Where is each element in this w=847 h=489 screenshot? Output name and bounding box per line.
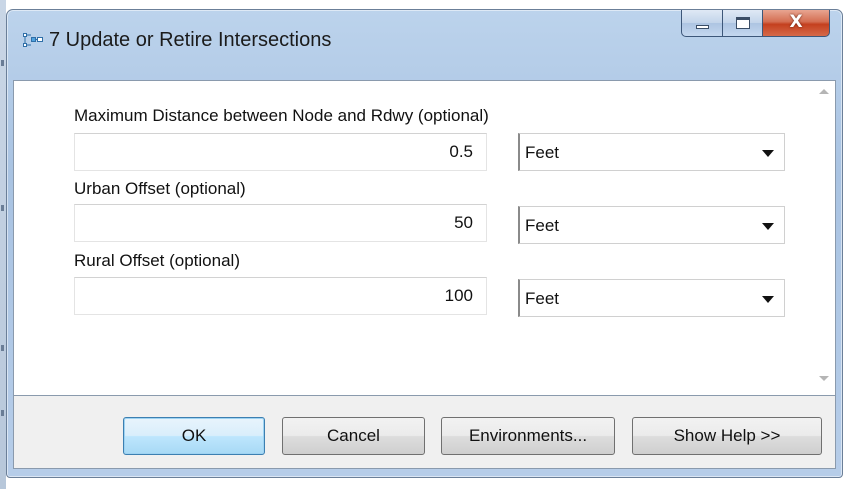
maximize-icon [736, 17, 750, 29]
button-bar: OK Cancel Environments... Show Help >> [13, 396, 836, 469]
urban-offset-label: Urban Offset (optional) [74, 179, 246, 198]
rural-offset-label: Rural Offset (optional) [74, 251, 240, 270]
scroll-up-arrow-icon[interactable] [819, 89, 829, 94]
minimize-button[interactable] [681, 10, 723, 37]
show-help-button[interactable]: Show Help >> [632, 417, 822, 455]
title-bar[interactable]: 7 Update or Retire Intersections X [7, 10, 842, 70]
scroll-down-arrow-icon[interactable] [819, 376, 829, 381]
ok-button[interactable]: OK [123, 417, 265, 455]
chevron-down-icon [762, 223, 774, 230]
urban-offset-unit-select[interactable]: Feet [518, 206, 785, 244]
toolbox-tool-icon [23, 33, 43, 47]
maximize-button[interactable] [723, 10, 763, 37]
max-distance-label: Maximum Distance between Node and Rdwy (… [74, 106, 489, 125]
parameters-panel: Maximum Distance between Node and Rdwy (… [13, 80, 836, 396]
close-button[interactable]: X [763, 10, 830, 37]
rural-offset-input[interactable]: 100 [74, 277, 487, 315]
max-distance-unit-select[interactable]: Feet [518, 133, 785, 171]
environments-button[interactable]: Environments... [441, 417, 615, 455]
close-icon: X [789, 12, 803, 32]
chevron-down-icon [762, 150, 774, 157]
max-distance-input[interactable]: 0.5 [74, 133, 487, 171]
dialog-window: 7 Update or Retire Intersections X Maxim… [6, 9, 843, 478]
urban-offset-unit-value: Feet [525, 216, 560, 235]
caption-buttons: X [681, 10, 830, 37]
minimize-icon [696, 25, 709, 29]
window-title: 7 Update or Retire Intersections [49, 29, 332, 51]
chevron-down-icon [762, 296, 774, 303]
rural-offset-unit-select[interactable]: Feet [518, 279, 785, 317]
max-distance-unit-value: Feet [525, 143, 560, 162]
cancel-button[interactable]: Cancel [282, 417, 425, 455]
urban-offset-input[interactable]: 50 [74, 204, 487, 242]
rural-offset-unit-value: Feet [525, 289, 560, 308]
